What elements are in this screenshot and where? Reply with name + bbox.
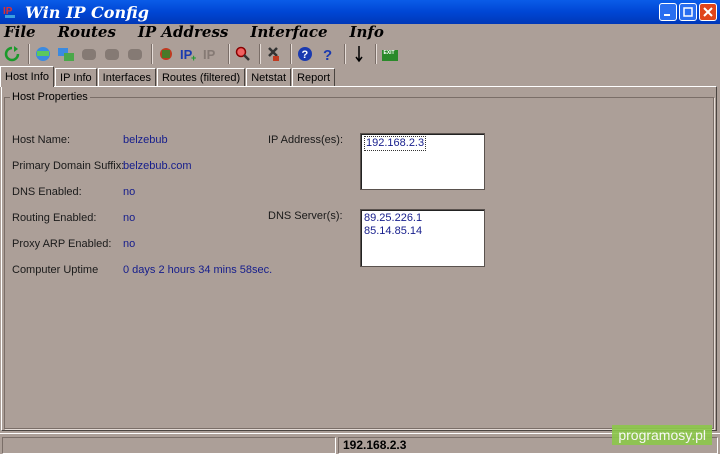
svg-text:+: + — [191, 53, 196, 62]
maximize-button[interactable] — [679, 3, 697, 21]
dns-servers-label: DNS Server(s): — [268, 210, 343, 222]
list-item[interactable]: 85.14.85.14 — [364, 225, 481, 238]
watermark: programosy.pl — [612, 425, 712, 445]
svg-text:?: ? — [323, 47, 332, 62]
proxy-arp-label: Proxy ARP Enabled: — [12, 238, 112, 250]
tools-icon[interactable] — [264, 44, 284, 64]
host-name-value: belzebub — [123, 134, 168, 146]
arrow-down-icon[interactable] — [349, 44, 369, 64]
tab-host-info[interactable]: Host Info — [0, 66, 55, 87]
menu-ip-address[interactable]: IP Address — [138, 23, 228, 41]
dns-enabled-value: no — [123, 186, 136, 198]
interfaces-icon[interactable] — [56, 44, 76, 64]
tab-report[interactable]: Report — [292, 68, 336, 87]
about-icon[interactable]: ? — [318, 44, 338, 64]
tab-ip-info[interactable]: IP Info — [55, 68, 97, 87]
app-icon: IP — [3, 3, 19, 21]
menu-bar: File Routes IP Address Interface Info — [0, 22, 720, 42]
exit-icon[interactable]: EXIT — [380, 44, 400, 64]
status-panel-left — [2, 437, 336, 454]
toolbar: IP + IP ? ? EXIT — [0, 42, 720, 66]
ip-addresses-list[interactable]: 192.168.2.3 — [360, 133, 485, 190]
refresh-icon[interactable] — [2, 44, 22, 64]
title-bar[interactable]: IP Win IP Config — [0, 0, 720, 24]
tab-interfaces[interactable]: Interfaces — [97, 68, 156, 87]
disabled-icon-1 — [79, 44, 99, 64]
window-title: Win IP Config — [25, 2, 149, 22]
help-icon[interactable]: ? — [295, 44, 315, 64]
routes-icon[interactable] — [156, 44, 176, 64]
tab-strip: Host Info IP Info Interfaces Routes (fil… — [0, 66, 336, 87]
close-button[interactable] — [699, 3, 717, 21]
disabled-icon-2 — [102, 44, 122, 64]
list-item[interactable]: 192.168.2.3 — [364, 136, 481, 151]
domain-suffix-label: Primary Domain Suffix: — [12, 160, 125, 172]
svg-text:IP: IP — [203, 47, 216, 62]
search-icon[interactable] — [233, 44, 253, 64]
uptime-value: 0 days 2 hours 34 mins 58sec. — [123, 264, 273, 276]
svg-text:?: ? — [302, 49, 309, 61]
dns-enabled-label: DNS Enabled: — [12, 186, 82, 198]
routing-enabled-value: no — [123, 212, 136, 224]
disabled-icon-3 — [125, 44, 145, 64]
network-icon[interactable] — [33, 44, 53, 64]
menu-routes[interactable]: Routes — [58, 23, 116, 41]
dns-servers-list[interactable]: 89.25.226.1 85.14.85.14 — [360, 209, 485, 267]
ip-release-icon: IP — [202, 44, 222, 64]
menu-info[interactable]: Info — [350, 23, 384, 41]
menu-interface[interactable]: Interface — [250, 23, 327, 41]
group-title: Host Properties — [10, 91, 90, 103]
minimize-button[interactable] — [659, 3, 677, 21]
routing-enabled-label: Routing Enabled: — [12, 212, 97, 224]
host-properties-group — [4, 97, 714, 429]
host-name-label: Host Name: — [12, 134, 71, 146]
tab-routes-filtered[interactable]: Routes (filtered) — [156, 68, 246, 87]
ip-addresses-label: IP Address(es): — [268, 134, 343, 146]
list-item[interactable]: 89.25.226.1 — [364, 212, 481, 225]
tab-netstat[interactable]: Netstat — [246, 68, 292, 87]
ip-add-icon[interactable]: IP + — [179, 44, 199, 64]
proxy-arp-value: no — [123, 238, 136, 250]
svg-text:EXIT: EXIT — [384, 50, 395, 56]
uptime-label: Computer Uptime — [12, 264, 99, 276]
menu-file[interactable]: File — [4, 23, 36, 41]
domain-suffix-value: belzebub.com — [123, 160, 192, 172]
